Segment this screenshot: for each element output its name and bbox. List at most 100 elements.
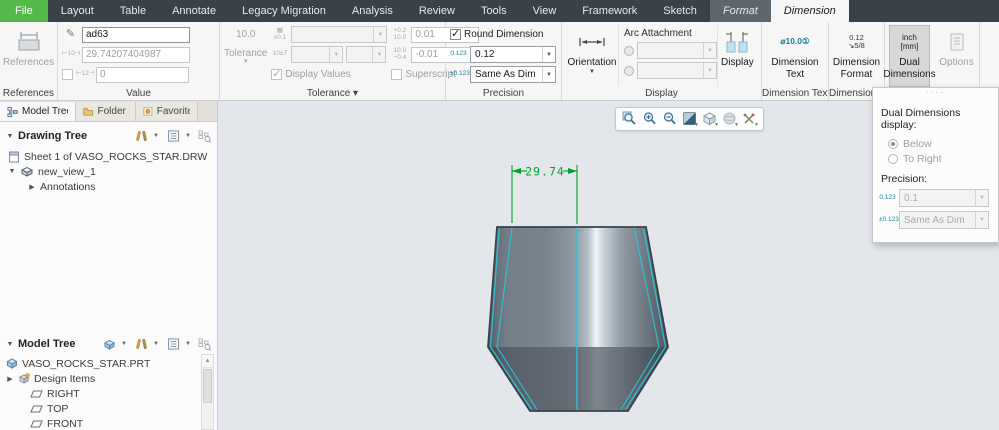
model-tree-scrollbar[interactable]: ▲ xyxy=(201,354,214,430)
tab-legacy-migration[interactable]: Legacy Migration xyxy=(229,0,339,22)
drawing-tree-filters-icon[interactable] xyxy=(133,128,149,144)
tolerance-button-caret-icon: ▼ xyxy=(242,59,249,65)
vase-model[interactable] xyxy=(487,226,669,412)
tree-item-part[interactable]: VASO_ROCKS_STAR.PRT xyxy=(0,357,199,370)
display-values-checkbox[interactable] xyxy=(271,67,283,80)
dual-dimensions-button[interactable]: inch [mm] Dual Dimensions xyxy=(883,25,936,87)
decimal-precision-icon: 0.123 xyxy=(450,50,467,58)
tab-sketch[interactable]: Sketch xyxy=(650,0,710,22)
arc-attachment-select-2[interactable]: ▼ xyxy=(637,62,717,79)
nominal-value-icon: ⊢10⊣ xyxy=(62,50,81,58)
model-tree-settings-icon[interactable] xyxy=(165,336,181,352)
superscript-checkbox[interactable] xyxy=(391,69,403,80)
tab-folder-browser[interactable]: Folder B xyxy=(76,102,136,121)
tab-tools[interactable]: Tools xyxy=(468,0,520,22)
popup-precision-select[interactable]: 0.1 ▼ xyxy=(899,189,989,207)
group-label-tolerance[interactable]: Tolerance ▾ xyxy=(220,88,445,99)
tab-framework[interactable]: Framework xyxy=(569,0,650,22)
below-radio[interactable] xyxy=(888,138,898,149)
popup-tolerance-precision-select[interactable]: Same As Dim ▼ xyxy=(899,211,989,229)
dimension-format-button[interactable]: 0.12 ↘5/8 Dimension Format xyxy=(833,25,880,87)
arc-attachment-select-1[interactable]: ▼ xyxy=(637,42,717,59)
tab-model-tree[interactable]: Model Tree xyxy=(0,102,76,121)
tree-item-design-items[interactable]: ▶ Design Items xyxy=(0,372,199,385)
folder-browser-tab-icon xyxy=(83,107,94,116)
arc-attachment-radio-1[interactable] xyxy=(624,45,634,56)
model-tree-filters-caret-icon[interactable]: ▼ xyxy=(153,341,161,347)
tree-item-front-plane[interactable]: FRONT xyxy=(0,417,199,430)
display-button[interactable]: Display xyxy=(717,25,758,87)
popup-decimal-precision-icon: 0.123 xyxy=(879,193,896,201)
dimension-text-icon: ⌀10.0① xyxy=(780,36,810,47)
dimension-text-button[interactable]: ⌀10.0① Dimension Text xyxy=(766,25,824,87)
drawing-tree-settings-caret-icon[interactable]: ▼ xyxy=(185,133,193,139)
navigator-panel: Model Tree Folder B Favorites xyxy=(0,101,218,430)
model-tree-filters-icon[interactable] xyxy=(133,336,149,352)
popup-tolerance-precision-icon: ±0.123 xyxy=(879,215,899,223)
design-items-expand-icon[interactable]: ▶ xyxy=(6,375,14,383)
display-values-label: Display Values xyxy=(285,69,351,80)
round-dimension-checkbox[interactable] xyxy=(450,27,461,40)
popup-grip-icon[interactable]: ···· xyxy=(873,88,998,99)
options-button[interactable]: Options xyxy=(938,25,975,87)
tree-item-right-plane[interactable]: RIGHT xyxy=(0,387,199,400)
dimension-annotation[interactable]: 29.74 xyxy=(511,165,578,225)
tab-review[interactable]: Review xyxy=(406,0,468,22)
references-icon xyxy=(15,29,43,55)
to-right-radio[interactable] xyxy=(888,153,898,164)
tab-table[interactable]: Table xyxy=(107,0,159,22)
group-label-dimension-text: Dimension Text xyxy=(762,88,828,99)
tab-format[interactable]: Format xyxy=(709,0,771,22)
tolerance-type-select[interactable]: ▼ xyxy=(291,26,388,43)
sheet-icon xyxy=(9,151,19,162)
tolerance-precision-select[interactable]: Same As Dim ▼ xyxy=(470,66,556,83)
references-button[interactable]: References xyxy=(3,25,54,87)
dimension-value-text[interactable]: 29.74 xyxy=(525,165,565,179)
tab-analysis[interactable]: Analysis xyxy=(339,0,406,22)
model-tree-collapse-icon[interactable]: ▼ xyxy=(6,341,14,348)
drawing-tree-search-icon[interactable] xyxy=(197,128,213,144)
below-radio-label: Below xyxy=(903,137,932,150)
tab-annotate[interactable]: Annotate xyxy=(159,0,229,22)
nominal-value-input[interactable] xyxy=(82,46,190,63)
tab-file[interactable]: File xyxy=(0,0,48,22)
tolerance-grade-select[interactable]: ▼ xyxy=(346,46,387,63)
model-tree-settings-caret-icon[interactable]: ▼ xyxy=(185,341,193,347)
tolerance-class-select[interactable]: ▼ xyxy=(291,46,344,63)
orientation-button[interactable]: Orientation ▼ xyxy=(566,25,618,87)
drawing-tree-settings-icon[interactable] xyxy=(165,128,181,144)
dimension-name-input[interactable] xyxy=(82,26,190,43)
scrollbar-thumb[interactable] xyxy=(203,369,212,403)
tolerance-button-value: 10.0 xyxy=(235,29,256,40)
tab-dimension[interactable]: Dimension xyxy=(770,0,849,22)
tolerance-button[interactable]: 10.0 Tolerance ▼ xyxy=(224,25,267,86)
override-value-input[interactable] xyxy=(96,66,189,83)
tab-view[interactable]: View xyxy=(520,0,570,22)
arc-attachment-radio-2[interactable] xyxy=(624,65,634,76)
drawing-tree-collapse-icon[interactable]: ▼ xyxy=(6,133,14,140)
datum-plane-icon xyxy=(30,405,43,412)
model-tree-show-caret-icon[interactable]: ▼ xyxy=(121,341,129,347)
tree-item-top-plane[interactable]: TOP xyxy=(0,402,199,415)
tab-layout[interactable]: Layout xyxy=(48,0,107,22)
tree-item-sheet[interactable]: Sheet 1 of VASO_ROCKS_STAR.DRW xyxy=(0,150,217,163)
group-label-references: References xyxy=(2,88,55,99)
override-value-checkbox[interactable] xyxy=(62,69,73,80)
navigator-tabs: Model Tree Folder B Favorites xyxy=(0,101,217,122)
model-tree-search-icon[interactable] xyxy=(197,336,213,352)
new-view-collapse-icon[interactable]: ▼ xyxy=(8,168,16,175)
tree-item-annotations[interactable]: ▶ Annotations xyxy=(0,180,217,193)
scrollbar-up-icon[interactable]: ▲ xyxy=(202,355,213,368)
model-tree-show-icon[interactable] xyxy=(101,336,117,352)
drawing-tree-filters-caret-icon[interactable]: ▼ xyxy=(153,133,161,139)
display-button-icon xyxy=(724,29,750,55)
tree-item-new-view[interactable]: ▼ new_view_1 xyxy=(0,165,217,178)
radio-row-below[interactable]: Below xyxy=(873,136,998,151)
group-value: ✎ ⊢10⊣ ⊢12⊣ Value xyxy=(58,22,220,100)
creo-drawing-window: File Layout Table Annotate Legacy Migrat… xyxy=(0,0,999,430)
design-items-icon xyxy=(18,373,30,384)
annotations-expand-icon[interactable]: ▶ xyxy=(28,183,36,191)
decimal-precision-select[interactable]: 0.12 ▼ xyxy=(470,46,556,63)
radio-row-to-right[interactable]: To Right xyxy=(873,151,998,166)
tab-favorites[interactable]: Favorites xyxy=(136,102,198,121)
